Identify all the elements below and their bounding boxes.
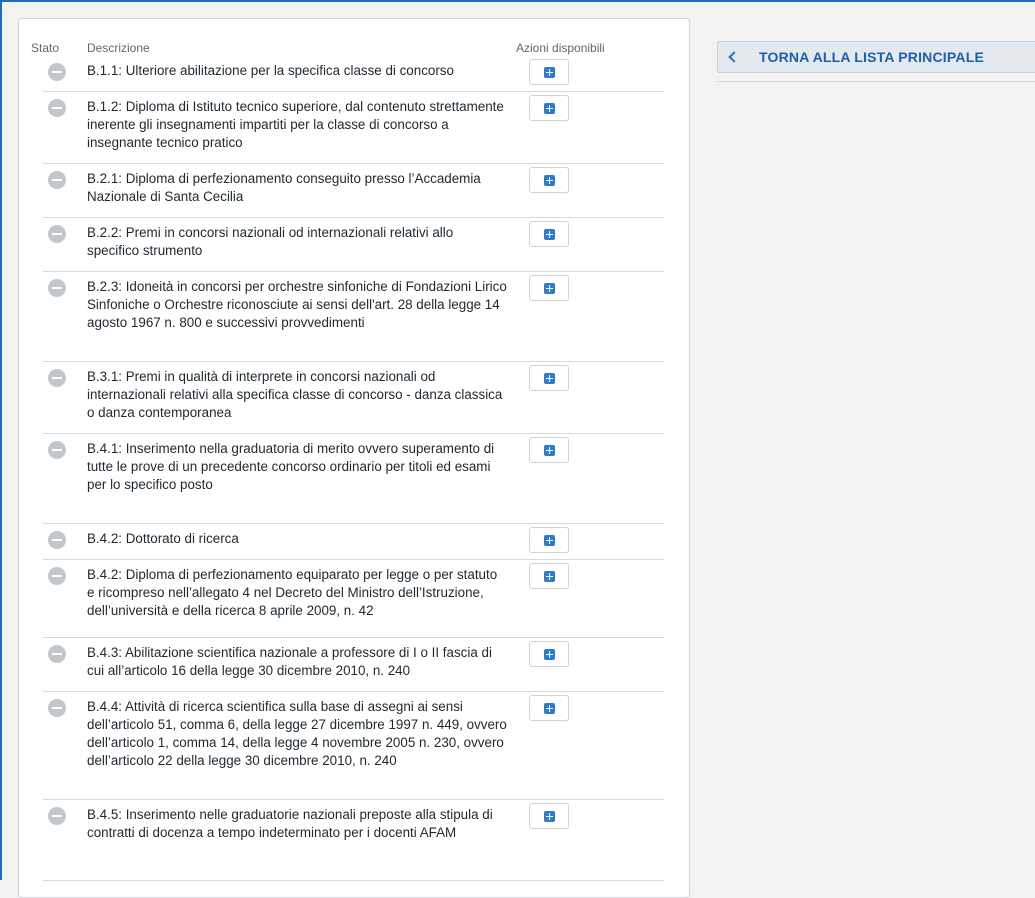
minus-circle-icon	[48, 369, 66, 387]
add-title-button[interactable]	[529, 695, 569, 721]
plus-icon	[544, 571, 555, 582]
plus-icon	[544, 445, 555, 456]
minus-circle-icon	[48, 531, 66, 549]
add-title-button[interactable]	[529, 365, 569, 391]
add-title-button[interactable]	[529, 167, 569, 193]
plus-icon	[544, 67, 555, 78]
table-row: B.1.1: Ulteriore abilitazione per la spe…	[43, 56, 664, 92]
table-row: B.3.1: Premi in qualità di interprete in…	[43, 362, 664, 434]
row-description: B.2.3: Idoneità in concorsi per orchestr…	[87, 279, 507, 330]
minus-circle-icon	[48, 63, 66, 81]
add-title-button[interactable]	[529, 641, 569, 667]
add-title-button[interactable]	[529, 803, 569, 829]
plus-icon	[544, 649, 555, 660]
minus-circle-icon	[48, 99, 66, 117]
plus-icon	[544, 535, 555, 546]
table-row: B.4.1: Inserimento nella graduatoria di …	[43, 434, 664, 524]
minus-circle-icon	[48, 279, 66, 297]
add-title-button[interactable]	[529, 437, 569, 463]
row-description: B.1.1: Ulteriore abilitazione per la spe…	[87, 63, 454, 78]
row-description: B.2.2: Premi in concorsi nazionali od in…	[87, 225, 454, 258]
plus-icon	[544, 703, 555, 714]
plus-icon	[544, 175, 555, 186]
table-row: B.4.3: Abilitazione scientifica nazional…	[43, 638, 664, 692]
row-description: B.3.1: Premi in qualità di interprete in…	[87, 369, 503, 420]
table-row: B.4.2: Dottorato di ricerca	[43, 524, 664, 560]
minus-circle-icon	[48, 645, 66, 663]
plus-icon	[544, 283, 555, 294]
back-to-main-list-button[interactable]: TORNA ALLA LISTA PRINCIPALE	[717, 41, 1035, 73]
divider	[717, 81, 1035, 82]
table-row: B.4.2: Diploma di perfezionamento equipa…	[43, 560, 664, 638]
minus-circle-icon	[48, 699, 66, 717]
table-row: B.4.4: Attività di ricerca scientifica s…	[43, 692, 664, 800]
table-row: B.4.5: Inserimento nelle graduatorie naz…	[43, 800, 664, 881]
row-description: B.4.1: Inserimento nella graduatoria di …	[87, 441, 495, 492]
chevron-left-icon	[728, 51, 740, 63]
table-row: B.1.2: Diploma di Istituto tecnico super…	[43, 92, 664, 164]
back-button-label: TORNA ALLA LISTA PRINCIPALE	[759, 49, 984, 65]
row-description: B.4.5: Inserimento nelle graduatorie naz…	[87, 807, 493, 840]
row-description: B.4.3: Abilitazione scientifica nazional…	[87, 645, 492, 678]
minus-circle-icon	[48, 225, 66, 243]
minus-circle-icon	[48, 807, 66, 825]
add-title-button[interactable]	[529, 563, 569, 589]
row-description: B.4.2: Dottorato di ricerca	[87, 531, 239, 546]
row-description: B.2.1: Diploma di perfezionamento conseg…	[87, 171, 481, 204]
add-title-button[interactable]	[529, 95, 569, 121]
add-title-button[interactable]	[529, 527, 569, 553]
plus-icon	[544, 373, 555, 384]
column-header-descrizione: Descrizione	[87, 41, 150, 55]
add-title-button[interactable]	[529, 221, 569, 247]
plus-icon	[544, 811, 555, 822]
minus-circle-icon	[48, 171, 66, 189]
table-row: B.2.1: Diploma di perfezionamento conseg…	[43, 164, 664, 218]
add-title-button[interactable]	[529, 59, 569, 85]
add-title-button[interactable]	[529, 275, 569, 301]
window-left-border	[0, 0, 2, 880]
row-description: B.4.4: Attività di ricerca scientifica s…	[87, 699, 507, 768]
titles-table-panel: Stato Descrizione Azioni disponibili B.1…	[18, 18, 690, 898]
column-header-azioni: Azioni disponibili	[516, 41, 605, 55]
table-row: B.2.3: Idoneità in concorsi per orchestr…	[43, 272, 664, 362]
minus-circle-icon	[48, 441, 66, 459]
column-header-stato: Stato	[31, 41, 60, 55]
plus-icon	[544, 229, 555, 240]
window-top-border	[0, 0, 1035, 2]
row-description: B.1.2: Diploma di Istituto tecnico super…	[87, 99, 504, 150]
plus-icon	[544, 103, 555, 114]
table-row: B.2.2: Premi in concorsi nazionali od in…	[43, 218, 664, 272]
minus-circle-icon	[48, 567, 66, 585]
row-description: B.4.2: Diploma di perfezionamento equipa…	[87, 567, 498, 618]
